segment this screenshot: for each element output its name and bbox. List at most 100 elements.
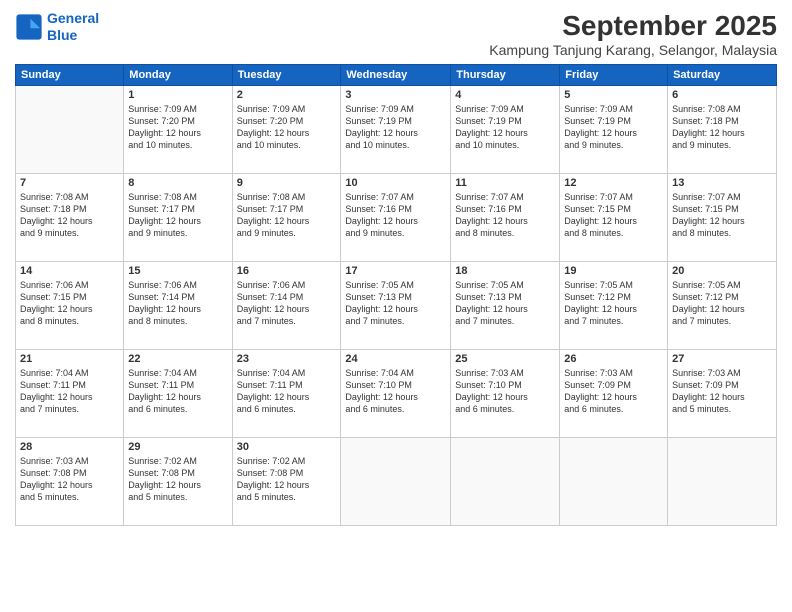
calendar-cell: 24Sunrise: 7:04 AM Sunset: 7:10 PM Dayli… (341, 350, 451, 438)
calendar-cell: 6 Sunrise: 7:08 AM Sunset: 7:18 PM Daylig… (668, 86, 777, 174)
day-number: 17 (345, 265, 446, 277)
calendar-cell: 18Sunrise: 7:05 AM Sunset: 7:13 PM Dayli… (451, 262, 560, 350)
day-number: 5 (564, 89, 663, 101)
day-number: 22 (128, 353, 227, 365)
day-info: Sunrise: 7:08 AM Sunset: 7:17 PM Dayligh… (237, 191, 337, 240)
header-day-tuesday: Tuesday (232, 65, 341, 86)
day-info: Sunrise: 7:07 AM Sunset: 7:16 PM Dayligh… (345, 191, 446, 240)
calendar-cell: 29Sunrise: 7:02 AM Sunset: 7:08 PM Dayli… (124, 438, 232, 526)
header: General Blue September 2025 Kampung Tanj… (15, 10, 777, 58)
day-info: Sunrise: 7:04 AM Sunset: 7:11 PM Dayligh… (237, 367, 337, 416)
calendar: SundayMondayTuesdayWednesdayThursdayFrid… (15, 64, 777, 526)
logo-icon (15, 13, 43, 41)
day-number: 1 (128, 89, 227, 101)
logo-blue-text: Blue (47, 27, 77, 43)
day-number: 19 (564, 265, 663, 277)
calendar-cell: 19 Sunrise: 7:05 AM Sunset: 7:12 PM Dayli… (560, 262, 668, 350)
logo-general: General (47, 10, 99, 26)
logo: General Blue (15, 10, 99, 44)
day-info: Sunrise: 7:04 AM Sunset: 7:11 PM Dayligh… (20, 367, 119, 416)
week-row-2: 14Sunrise: 7:06 AM Sunset: 7:15 PM Dayli… (16, 262, 777, 350)
calendar-cell (668, 438, 777, 526)
header-day-sunday: Sunday (16, 65, 124, 86)
calendar-cell (16, 86, 124, 174)
day-info: Sunrise: 7:09 AM Sunset: 7:19 PM Dayligh… (455, 103, 555, 152)
header-row: SundayMondayTuesdayWednesdayThursdayFrid… (16, 65, 777, 86)
day-number: 24 (345, 353, 446, 365)
header-day-saturday: Saturday (668, 65, 777, 86)
calendar-cell: 4 Sunrise: 7:09 AM Sunset: 7:19 PM Daylig… (451, 86, 560, 174)
title-block: September 2025 Kampung Tanjung Karang, S… (489, 10, 777, 58)
day-number: 16 (237, 265, 337, 277)
day-info: Sunrise: 7:07 AM Sunset: 7:15 PM Dayligh… (672, 191, 772, 240)
day-info: Sunrise: 7:07 AM Sunset: 7:16 PM Dayligh… (455, 191, 555, 240)
calendar-cell: 23 Sunrise: 7:04 AM Sunset: 7:11 PM Dayli… (232, 350, 341, 438)
week-row-3: 21 Sunrise: 7:04 AM Sunset: 7:11 PM Dayli… (16, 350, 777, 438)
day-number: 27 (672, 353, 772, 365)
day-number: 14 (20, 265, 119, 277)
logo-text: General Blue (47, 10, 99, 44)
calendar-cell: 15 Sunrise: 7:06 AM Sunset: 7:14 PM Dayli… (124, 262, 232, 350)
week-row-0: 1 Sunrise: 7:09 AM Sunset: 7:20 PM Daylig… (16, 86, 777, 174)
calendar-cell (451, 438, 560, 526)
calendar-cell: 21 Sunrise: 7:04 AM Sunset: 7:11 PM Dayli… (16, 350, 124, 438)
day-number: 26 (564, 353, 663, 365)
day-info: Sunrise: 7:03 AM Sunset: 7:10 PM Dayligh… (455, 367, 555, 416)
calendar-cell: 8Sunrise: 7:08 AM Sunset: 7:17 PM Daylig… (124, 174, 232, 262)
day-number: 4 (455, 89, 555, 101)
day-number: 30 (237, 441, 337, 453)
calendar-cell: 17 Sunrise: 7:05 AM Sunset: 7:13 PM Dayli… (341, 262, 451, 350)
calendar-body: 1 Sunrise: 7:09 AM Sunset: 7:20 PM Daylig… (16, 86, 777, 526)
calendar-cell: 28Sunrise: 7:03 AM Sunset: 7:08 PM Dayli… (16, 438, 124, 526)
month-title: September 2025 (489, 10, 777, 42)
calendar-cell (341, 438, 451, 526)
calendar-header: SundayMondayTuesdayWednesdayThursdayFrid… (16, 65, 777, 86)
calendar-cell: 22 Sunrise: 7:04 AM Sunset: 7:11 PM Dayli… (124, 350, 232, 438)
calendar-cell: 5 Sunrise: 7:09 AM Sunset: 7:19 PM Daylig… (560, 86, 668, 174)
day-number: 11 (455, 177, 555, 189)
day-info: Sunrise: 7:05 AM Sunset: 7:13 PM Dayligh… (455, 279, 555, 328)
calendar-cell: 13Sunrise: 7:07 AM Sunset: 7:15 PM Dayli… (668, 174, 777, 262)
location-subtitle: Kampung Tanjung Karang, Selangor, Malays… (489, 42, 777, 58)
day-info: Sunrise: 7:09 AM Sunset: 7:19 PM Dayligh… (564, 103, 663, 152)
day-number: 3 (345, 89, 446, 101)
calendar-cell: 7Sunrise: 7:08 AM Sunset: 7:18 PM Daylig… (16, 174, 124, 262)
day-info: Sunrise: 7:04 AM Sunset: 7:11 PM Dayligh… (128, 367, 227, 416)
calendar-cell (560, 438, 668, 526)
calendar-cell: 10 Sunrise: 7:07 AM Sunset: 7:16 PM Dayli… (341, 174, 451, 262)
day-info: Sunrise: 7:06 AM Sunset: 7:14 PM Dayligh… (128, 279, 227, 328)
day-info: Sunrise: 7:08 AM Sunset: 7:18 PM Dayligh… (672, 103, 772, 152)
day-number: 12 (564, 177, 663, 189)
day-number: 25 (455, 353, 555, 365)
day-number: 15 (128, 265, 227, 277)
day-info: Sunrise: 7:05 AM Sunset: 7:12 PM Dayligh… (564, 279, 663, 328)
day-info: Sunrise: 7:02 AM Sunset: 7:08 PM Dayligh… (237, 455, 337, 504)
day-info: Sunrise: 7:05 AM Sunset: 7:12 PM Dayligh… (672, 279, 772, 328)
day-info: Sunrise: 7:09 AM Sunset: 7:19 PM Dayligh… (345, 103, 446, 152)
header-day-thursday: Thursday (451, 65, 560, 86)
day-number: 10 (345, 177, 446, 189)
calendar-cell: 26 Sunrise: 7:03 AM Sunset: 7:09 PM Dayli… (560, 350, 668, 438)
calendar-cell: 11 Sunrise: 7:07 AM Sunset: 7:16 PM Dayli… (451, 174, 560, 262)
calendar-cell: 16Sunrise: 7:06 AM Sunset: 7:14 PM Dayli… (232, 262, 341, 350)
day-number: 28 (20, 441, 119, 453)
day-number: 20 (672, 265, 772, 277)
day-number: 21 (20, 353, 119, 365)
page: General Blue September 2025 Kampung Tanj… (0, 0, 792, 612)
header-day-monday: Monday (124, 65, 232, 86)
calendar-cell: 3 Sunrise: 7:09 AM Sunset: 7:19 PM Daylig… (341, 86, 451, 174)
day-info: Sunrise: 7:03 AM Sunset: 7:09 PM Dayligh… (564, 367, 663, 416)
day-number: 29 (128, 441, 227, 453)
day-number: 23 (237, 353, 337, 365)
day-number: 2 (237, 89, 337, 101)
calendar-cell: 12Sunrise: 7:07 AM Sunset: 7:15 PM Dayli… (560, 174, 668, 262)
calendar-cell: 30 Sunrise: 7:02 AM Sunset: 7:08 PM Dayli… (232, 438, 341, 526)
day-number: 7 (20, 177, 119, 189)
calendar-cell: 20 Sunrise: 7:05 AM Sunset: 7:12 PM Dayli… (668, 262, 777, 350)
calendar-cell: 14Sunrise: 7:06 AM Sunset: 7:15 PM Dayli… (16, 262, 124, 350)
header-day-wednesday: Wednesday (341, 65, 451, 86)
day-info: Sunrise: 7:09 AM Sunset: 7:20 PM Dayligh… (237, 103, 337, 152)
day-info: Sunrise: 7:05 AM Sunset: 7:13 PM Dayligh… (345, 279, 446, 328)
week-row-4: 28Sunrise: 7:03 AM Sunset: 7:08 PM Dayli… (16, 438, 777, 526)
day-number: 6 (672, 89, 772, 101)
